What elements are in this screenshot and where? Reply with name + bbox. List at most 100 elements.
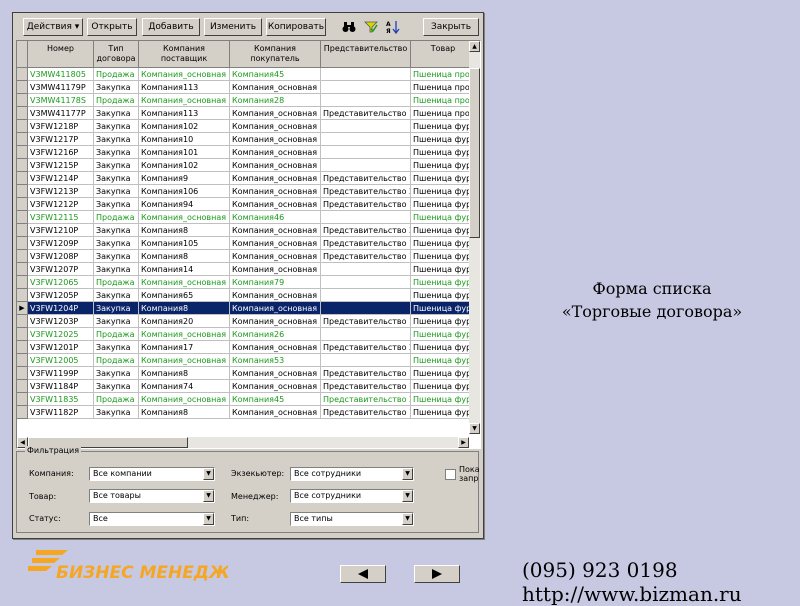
table-cell[interactable]: Компания8 [139, 367, 230, 380]
row-header[interactable] [17, 263, 28, 276]
row-header[interactable] [17, 224, 28, 237]
table-cell[interactable]: V3MW41177P [28, 107, 94, 120]
table-cell[interactable]: Пшеница фура [411, 250, 476, 263]
table-cell[interactable] [321, 133, 411, 146]
table-cell[interactable]: Компания_основная [230, 289, 321, 302]
table-cell[interactable]: Продажа [94, 328, 139, 341]
table-cell[interactable]: Компания_основная [230, 302, 321, 315]
table-cell[interactable]: V3FW12065 [28, 276, 94, 289]
table-row[interactable]: V3FW1218P Закупка Компания102 Компания_осно… [17, 120, 476, 133]
table-cell[interactable]: V3FW1217P [28, 133, 94, 146]
row-header[interactable] [17, 367, 28, 380]
table-cell[interactable]: Представительство 2 [321, 393, 411, 406]
table-cell[interactable]: V3FW1184P [28, 380, 94, 393]
table-cell[interactable]: Компания113 [139, 81, 230, 94]
table-cell[interactable]: V3FW11835 [28, 393, 94, 406]
table-row[interactable]: V3FW12065 Продажа Компания_основная Компани… [17, 276, 476, 289]
table-cell[interactable]: Пшеница фура [411, 315, 476, 328]
table-cell[interactable]: V3MW41178S [28, 94, 94, 107]
row-header[interactable] [17, 250, 28, 263]
row-header[interactable] [17, 315, 28, 328]
table-cell[interactable]: Компания20 [139, 315, 230, 328]
table-cell[interactable]: Пшеница фура [411, 328, 476, 341]
table-cell[interactable]: Компания_основная [230, 107, 321, 120]
table-cell[interactable]: Закупка [94, 224, 139, 237]
table-row[interactable]: V3FW1199P Закупка Компания8 Компания_основн… [17, 367, 476, 380]
table-cell[interactable]: Представительство 1 [321, 198, 411, 211]
table-cell[interactable]: Компания_основная [230, 237, 321, 250]
status-select[interactable]: Все ▼ [89, 512, 215, 526]
table-cell[interactable]: Компания_основная [230, 341, 321, 354]
table-cell[interactable] [321, 289, 411, 302]
table-cell[interactable]: Компания45 [230, 68, 321, 81]
table-cell[interactable]: V3FW1212P [28, 198, 94, 211]
table-row[interactable]: V3FW1217P Закупка Компания10 Компания_основ… [17, 133, 476, 146]
chevron-down-icon[interactable]: ▼ [203, 513, 214, 525]
row-header[interactable] [17, 328, 28, 341]
column-header-supplier[interactable]: Компания поставщик [139, 41, 230, 68]
row-header[interactable] [17, 81, 28, 94]
table-cell[interactable]: Продажа [94, 393, 139, 406]
type-select[interactable]: Все типы ▼ [290, 512, 414, 526]
table-cell[interactable]: Пшеница фура [411, 146, 476, 159]
table-cell[interactable]: V3FW1208P [28, 250, 94, 263]
show-banned-checkbox[interactable] [445, 469, 456, 480]
table-cell[interactable]: Компания74 [139, 380, 230, 393]
table-cell[interactable]: V3FW12115 [28, 211, 94, 224]
table-cell[interactable]: Закупка [94, 120, 139, 133]
horizontal-scrollbar[interactable]: ◀ ▶ [17, 437, 469, 448]
table-cell[interactable]: Представительство 2 [321, 185, 411, 198]
table-cell[interactable]: Компания_основная [230, 120, 321, 133]
binoculars-icon[interactable] [339, 18, 359, 36]
table-row[interactable]: V3FW1209P Закупка Компания105 Компания_осно… [17, 237, 476, 250]
table-cell[interactable]: Закупка [94, 237, 139, 250]
table-cell[interactable]: Пшеница фура [411, 354, 476, 367]
table-cell[interactable]: Компания_основная [230, 159, 321, 172]
table-row[interactable]: V3MW41179P Закупка Компания113 Компания_осн… [17, 81, 476, 94]
table-cell[interactable]: Компания_основная [139, 68, 230, 81]
table-cell[interactable]: Компания_основная [139, 328, 230, 341]
table-cell[interactable]: Компания46 [230, 211, 321, 224]
table-cell[interactable]: Компания53 [230, 354, 321, 367]
table-cell[interactable]: Пшеница прод [411, 81, 476, 94]
row-header[interactable] [17, 380, 28, 393]
table-row[interactable]: V3FW1216P Закупка Компания101 Компания_осно… [17, 146, 476, 159]
table-cell[interactable]: V3MW41179P [28, 81, 94, 94]
table-cell[interactable]: Продажа [94, 68, 139, 81]
next-slide-button[interactable] [414, 565, 460, 583]
table-cell[interactable]: Представительство 1 [321, 315, 411, 328]
table-cell[interactable]: Пшеница фура [411, 276, 476, 289]
column-header-product[interactable]: Товар [411, 41, 476, 68]
table-cell[interactable]: V3FW1204P [28, 302, 94, 315]
table-cell[interactable]: Компания_основная [139, 211, 230, 224]
table-cell[interactable]: Компания_основная [230, 172, 321, 185]
table-cell[interactable]: Компания101 [139, 146, 230, 159]
table-cell[interactable]: Закупка [94, 341, 139, 354]
table-cell[interactable]: Пшеница фура [411, 367, 476, 380]
table-cell[interactable]: Компания_основная [230, 81, 321, 94]
row-header[interactable] [17, 393, 28, 406]
row-header[interactable] [17, 211, 28, 224]
table-cell[interactable]: Компания_основная [230, 224, 321, 237]
table-cell[interactable]: V3FW1218P [28, 120, 94, 133]
chevron-down-icon[interactable]: ▼ [402, 490, 413, 502]
row-header[interactable] [17, 68, 28, 81]
column-header-contract-type[interactable]: Тип договора [94, 41, 139, 68]
table-cell[interactable]: Пшеница фура [411, 341, 476, 354]
table-cell[interactable]: Компания8 [139, 250, 230, 263]
table-cell[interactable]: Продажа [94, 94, 139, 107]
table-cell[interactable]: Компания_основная [230, 250, 321, 263]
row-header[interactable] [17, 120, 28, 133]
row-header[interactable] [17, 341, 28, 354]
table-cell[interactable] [321, 263, 411, 276]
table-cell[interactable]: Компания26 [230, 328, 321, 341]
chevron-down-icon[interactable]: ▼ [203, 490, 214, 502]
close-button[interactable]: Закрыть [423, 18, 479, 36]
open-button[interactable]: Открыть [87, 18, 137, 36]
row-header[interactable] [17, 237, 28, 250]
table-cell[interactable]: Пшеница фура [411, 120, 476, 133]
row-header[interactable] [17, 185, 28, 198]
table-row[interactable]: V3FW1205P Закупка Компания65 Компания_основ… [17, 289, 476, 302]
table-cell[interactable]: Пшеница фура [411, 185, 476, 198]
table-cell[interactable]: Закупка [94, 198, 139, 211]
